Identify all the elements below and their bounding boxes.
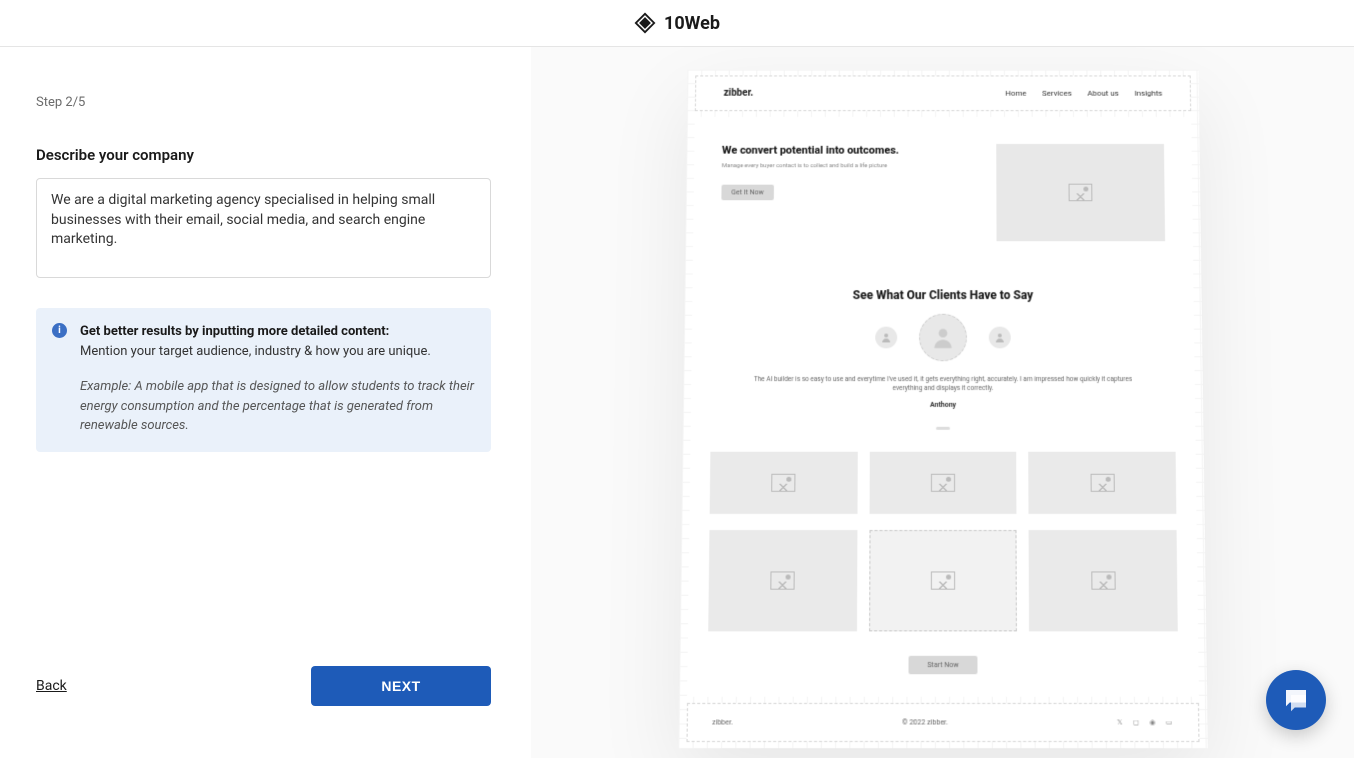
preview-card bbox=[869, 451, 1017, 513]
preview-footer-brand: zibber. bbox=[712, 718, 733, 726]
preview-pager bbox=[690, 415, 1195, 452]
preview-footer-copy: © 2022 zibber. bbox=[901, 718, 947, 726]
company-description-input[interactable] bbox=[51, 191, 476, 261]
app-header: 10Web bbox=[0, 0, 1354, 47]
youtube-icon: ▭ bbox=[1165, 718, 1173, 726]
dribbble-icon: ◉ bbox=[1149, 718, 1157, 726]
brand-name: 10Web bbox=[664, 13, 720, 34]
tip-box: i Get better results by inputting more d… bbox=[36, 308, 491, 452]
tip-line: Mention your target audience, industry &… bbox=[80, 344, 431, 359]
next-button[interactable]: NEXT bbox=[311, 666, 491, 706]
preview-nav-item: About us bbox=[1087, 88, 1118, 97]
image-placeholder-icon bbox=[1068, 183, 1092, 201]
image-placeholder-icon bbox=[770, 571, 794, 589]
step-indicator: Step 2/5 bbox=[36, 95, 491, 110]
preview-grid-row1 bbox=[689, 451, 1196, 529]
preview-nav-item: Services bbox=[1042, 88, 1072, 97]
image-placeholder-icon bbox=[930, 473, 954, 491]
form-footer-actions: Back NEXT bbox=[36, 666, 491, 706]
preview-grid-row2 bbox=[687, 530, 1198, 652]
tip-example: Example: A mobile app that is designed t… bbox=[80, 377, 475, 436]
website-preview-canvas: zibber. Home Services About us Insights … bbox=[678, 69, 1207, 748]
preview-nav-item: Insights bbox=[1134, 88, 1162, 97]
avatar-icon bbox=[988, 326, 1010, 348]
chat-widget-button[interactable] bbox=[1266, 670, 1326, 730]
preview-start-cta: Start Now bbox=[908, 656, 976, 674]
preview-social-icons: 𝕏 ◻ ◉ ▭ bbox=[1116, 718, 1173, 726]
image-placeholder-icon bbox=[771, 473, 795, 491]
brand-logo-icon bbox=[634, 12, 656, 34]
preview-brand: zibber. bbox=[723, 87, 753, 98]
company-description-label: Describe your company bbox=[36, 146, 491, 164]
preview-footer: zibber. © 2022 zibber. 𝕏 ◻ ◉ ▭ bbox=[686, 703, 1199, 742]
preview-avatars bbox=[691, 313, 1194, 370]
preview-card bbox=[708, 530, 857, 631]
preview-hero: We convert potential into outcomes. Mana… bbox=[692, 116, 1192, 264]
preview-nav: Home Services About us Insights bbox=[1005, 88, 1162, 97]
main-layout: Step 2/5 Describe your company i Get bet… bbox=[0, 47, 1354, 758]
twitter-icon: 𝕏 bbox=[1116, 718, 1124, 726]
image-placeholder-icon bbox=[1090, 571, 1114, 589]
preview-panel: zibber. Home Services About us Insights … bbox=[531, 47, 1354, 758]
preview-testimonial-text: The AI builder is so easy to use and eve… bbox=[691, 371, 1195, 397]
avatar-icon bbox=[919, 313, 967, 360]
preview-start-now: Start Now bbox=[687, 651, 1199, 696]
preview-testimonial-name: Anthony bbox=[690, 397, 1194, 415]
back-button[interactable]: Back bbox=[36, 678, 67, 694]
image-placeholder-icon bbox=[930, 571, 954, 589]
company-description-field-wrap bbox=[36, 178, 491, 278]
preview-header: zibber. Home Services About us Insights bbox=[694, 75, 1190, 111]
preview-nav-item: Home bbox=[1005, 88, 1026, 97]
preview-card-selected bbox=[868, 530, 1016, 631]
preview-hero-cta: Get It Now bbox=[721, 184, 773, 200]
chat-icon bbox=[1281, 685, 1311, 715]
preview-hero-image-placeholder bbox=[996, 143, 1165, 240]
preview-hero-subtitle: Manage every buyer contact is to collect… bbox=[721, 162, 976, 170]
avatar-icon bbox=[875, 326, 897, 348]
preview-card bbox=[1028, 451, 1176, 513]
instagram-icon: ◻ bbox=[1133, 718, 1141, 726]
preview-card bbox=[1028, 530, 1177, 631]
preview-testimonials-title: See What Our Clients Have to Say bbox=[692, 264, 1194, 313]
info-icon: i bbox=[52, 323, 67, 338]
preview-hero-title: We convert potential into outcomes. bbox=[721, 143, 976, 156]
tip-title: Get better results by inputting more det… bbox=[80, 324, 389, 339]
form-panel: Step 2/5 Describe your company i Get bet… bbox=[0, 47, 531, 758]
image-placeholder-icon bbox=[1090, 473, 1114, 491]
preview-card bbox=[709, 451, 857, 513]
